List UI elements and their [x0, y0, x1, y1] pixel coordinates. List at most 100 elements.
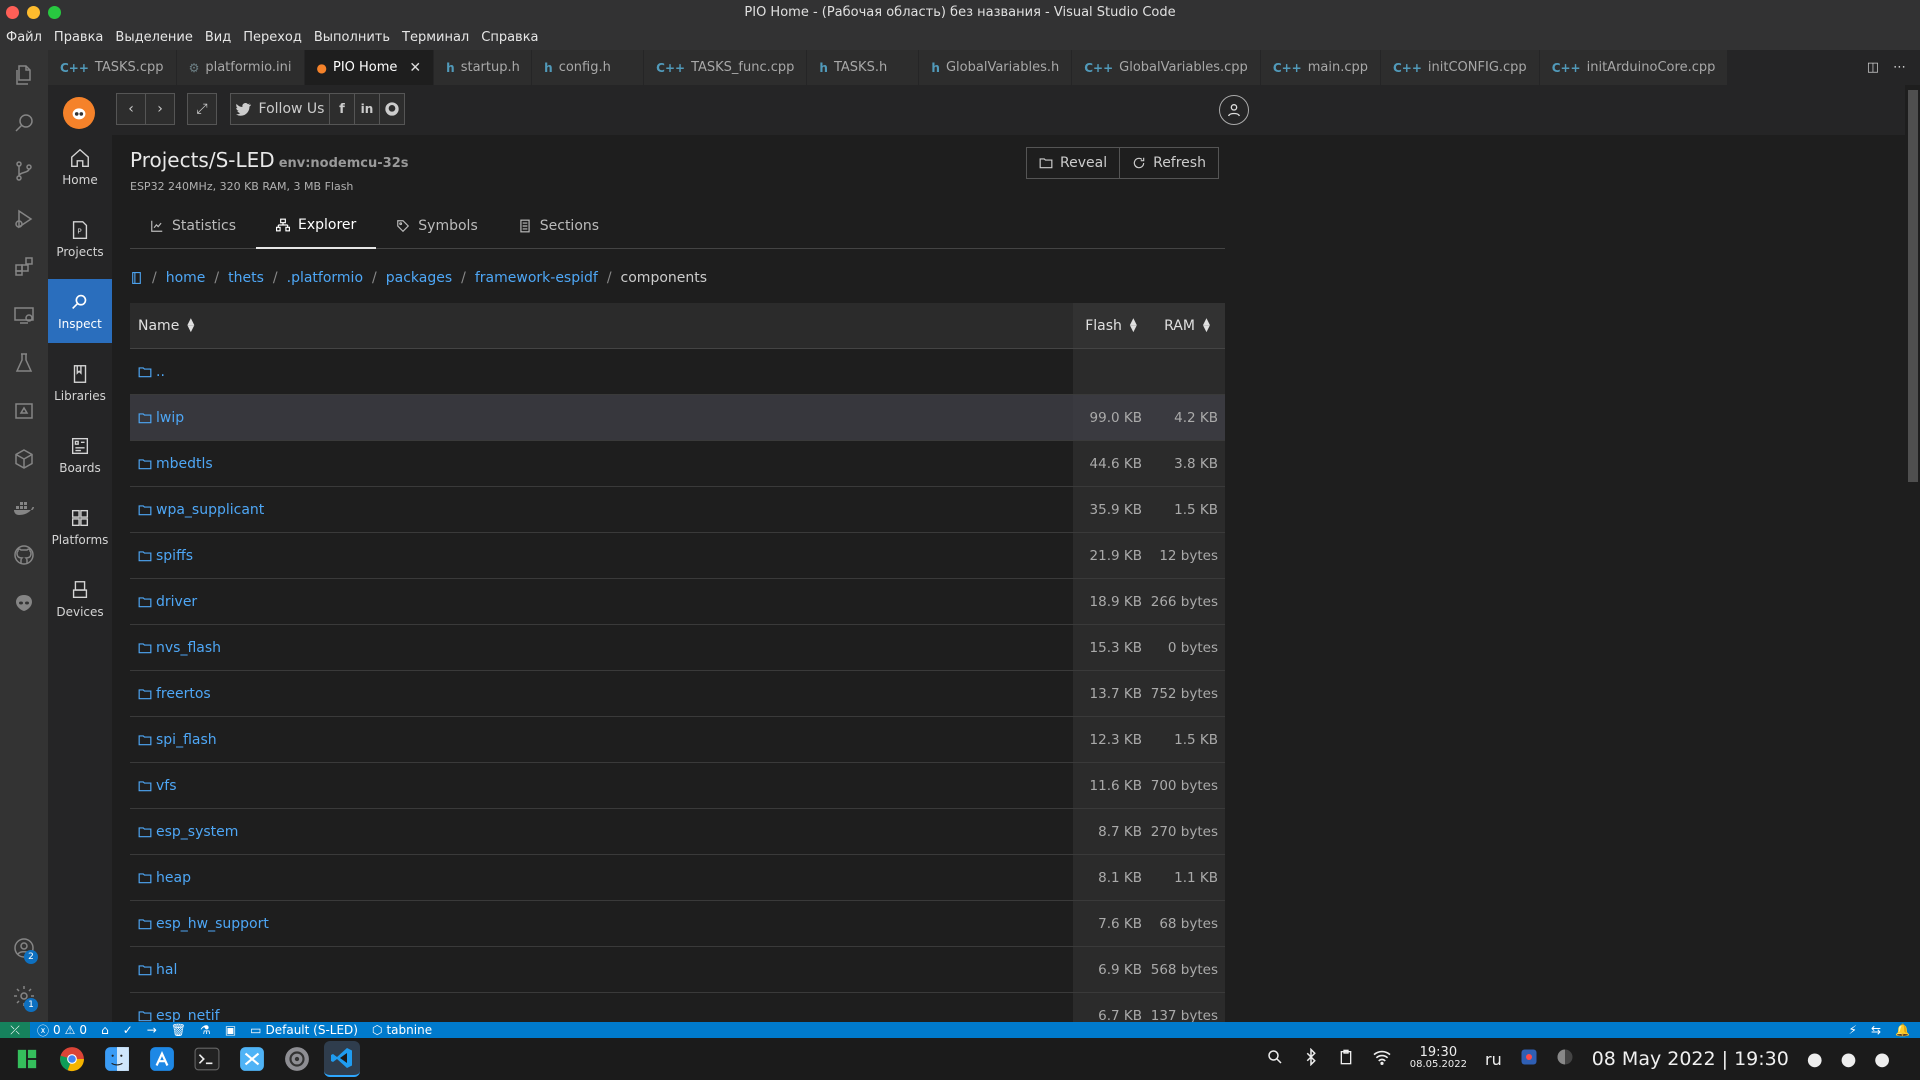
more-actions-icon[interactable]: ⋯	[1893, 60, 1906, 75]
tab-tasks-cpp[interactable]: C++ TASKS.cpp	[48, 50, 177, 85]
menu-edit[interactable]: Правка	[54, 30, 109, 45]
minimize-window-button[interactable]	[27, 6, 40, 19]
tab-globalvariables-h[interactable]: h GlobalVariables.h	[919, 50, 1073, 85]
breadcrumb-framework-espidf[interactable]: framework-espidf	[475, 270, 598, 286]
tab-startup-h[interactable]: h startup.h	[434, 50, 533, 85]
tab-tasks-func-cpp[interactable]: C++ TASKS_func.cpp	[644, 50, 808, 85]
pio-env-selector[interactable]: ▭ Default (S-LED)	[243, 1023, 365, 1037]
row-name[interactable]: hal	[156, 962, 177, 978]
menu-view[interactable]: Вид	[205, 30, 237, 45]
remote-explorer-icon[interactable]	[0, 291, 48, 339]
row-name[interactable]: nvs_flash	[156, 640, 221, 656]
vscode-icon[interactable]	[324, 1041, 360, 1077]
row-name-cell[interactable]: wpa_supplicant	[130, 487, 1073, 532]
problems-indicator[interactable]: ⓧ 0 ⚠ 0	[30, 1022, 94, 1039]
menu-file[interactable]: Файл	[6, 30, 48, 45]
tray-clock[interactable]: 19:30 08.05.2022	[1410, 1046, 1467, 1071]
app-indicator-icon[interactable]	[1520, 1048, 1538, 1070]
table-row[interactable]: esp_system 8.7 KB 270 bytes	[130, 809, 1225, 855]
pio-terminal-button[interactable]: ▣	[218, 1023, 243, 1037]
breadcrumb-home[interactable]: home	[166, 270, 206, 286]
bluetooth-icon[interactable]	[1302, 1047, 1320, 1070]
close-window-button[interactable]	[6, 6, 19, 19]
board-icon[interactable]	[0, 387, 48, 435]
row-name-cell[interactable]: esp_hw_support	[130, 901, 1073, 946]
wifi-icon[interactable]	[1372, 1049, 1392, 1069]
pio-build-button[interactable]: ✓	[116, 1023, 140, 1037]
expand-button[interactable]: ⤢	[187, 93, 217, 125]
explorer-icon[interactable]	[0, 51, 48, 99]
table-row[interactable]: ..	[130, 349, 1225, 395]
table-row[interactable]: spiffs 21.9 KB 12 bytes	[130, 533, 1225, 579]
tab-explorer[interactable]: Explorer	[256, 203, 377, 249]
row-name-cell[interactable]: freertos	[130, 671, 1073, 716]
pio-nav-libraries[interactable]: Libraries	[48, 351, 112, 415]
row-name-cell[interactable]: spiffs	[130, 533, 1073, 578]
pio-test-button[interactable]: ⚗	[193, 1023, 218, 1037]
table-row[interactable]: driver 18.9 KB 266 bytes	[130, 579, 1225, 625]
tab-main-cpp[interactable]: C++ main.cpp	[1260, 50, 1381, 85]
apple-menu-icon[interactable]: ●	[1807, 1049, 1823, 1070]
menu-terminal[interactable]: Терминал	[402, 30, 475, 45]
bell-icon[interactable]: 🔔	[1895, 1023, 1910, 1037]
user-account-button[interactable]	[1219, 95, 1249, 125]
row-name[interactable]: esp_system	[156, 824, 238, 840]
breadcrumb-thets[interactable]: thets	[228, 270, 264, 286]
source-control-icon[interactable]	[0, 147, 48, 195]
settings-gear-icon[interactable]: 1	[0, 972, 48, 1020]
row-name[interactable]: spi_flash	[156, 732, 217, 748]
menu-help[interactable]: Справка	[481, 30, 544, 45]
breadcrumb-platformio[interactable]: .platformio	[287, 270, 363, 286]
apple-menu-icon-2[interactable]: ●	[1841, 1049, 1857, 1070]
apple-menu-icon-3[interactable]: ●	[1874, 1049, 1890, 1070]
tabnine-status[interactable]: ⬡ tabnine	[365, 1023, 439, 1037]
terminal-app-icon[interactable]	[189, 1041, 225, 1077]
chrome-icon[interactable]	[54, 1041, 90, 1077]
reveal-button[interactable]: Reveal	[1026, 147, 1121, 179]
pio-nav-devices[interactable]: Devices	[48, 567, 112, 631]
row-name[interactable]: mbedtls	[156, 456, 213, 472]
tab-pio-home[interactable]: ● PIO Home ✕	[304, 50, 435, 85]
close-icon[interactable]: ✕	[409, 60, 421, 76]
table-row[interactable]: spi_flash 12.3 KB 1.5 KB	[130, 717, 1225, 763]
table-row[interactable]: wpa_supplicant 35.9 KB 1.5 KB	[130, 487, 1225, 533]
github-icon[interactable]	[0, 531, 48, 579]
xcode-icon[interactable]	[234, 1041, 270, 1077]
root-folder-icon[interactable]	[130, 271, 143, 285]
tab-sections[interactable]: Sections	[498, 203, 619, 249]
search-icon[interactable]	[0, 99, 48, 147]
accounts-icon[interactable]: 2	[0, 924, 48, 972]
system-clock[interactable]: 08 May 2022 | 19:30	[1592, 1048, 1789, 1070]
pio-upload-button[interactable]: →	[140, 1023, 164, 1037]
pio-nav-platforms[interactable]: Platforms	[48, 495, 112, 559]
table-row[interactable]: esp_hw_support 7.6 KB 68 bytes	[130, 901, 1225, 947]
split-editor-icon[interactable]: ◫	[1867, 60, 1879, 75]
breadcrumb-packages[interactable]: packages	[386, 270, 452, 286]
row-name[interactable]: freertos	[156, 686, 211, 702]
tab-initarduinocore-cpp[interactable]: C++ initArduinoCore.cpp	[1539, 50, 1729, 85]
tab-platformio-ini[interactable]: ⚙ platformio.ini	[176, 50, 305, 85]
maximize-window-button[interactable]	[48, 6, 61, 19]
forward-button[interactable]: ›	[145, 93, 175, 125]
row-name[interactable]: wpa_supplicant	[156, 502, 264, 518]
linkedin-button[interactable]: in	[354, 93, 380, 125]
refresh-button[interactable]: Refresh	[1120, 147, 1219, 179]
search-icon[interactable]	[1266, 1048, 1284, 1070]
follow-us-button[interactable]: Follow Us	[230, 93, 330, 125]
app-store-icon[interactable]	[144, 1041, 180, 1077]
scrollbar-thumb[interactable]	[1908, 90, 1918, 482]
row-name[interactable]: heap	[156, 870, 191, 886]
table-row[interactable]: lwip 99.0 KB 4.2 KB	[130, 395, 1225, 441]
menu-go[interactable]: Переход	[243, 30, 308, 45]
row-name-cell[interactable]: driver	[130, 579, 1073, 624]
finder-icon[interactable]	[99, 1041, 135, 1077]
row-name-cell[interactable]: heap	[130, 855, 1073, 900]
table-row[interactable]: hal 6.9 KB 568 bytes	[130, 947, 1225, 993]
testing-icon[interactable]	[0, 339, 48, 387]
table-row[interactable]: nvs_flash 15.3 KB 0 bytes	[130, 625, 1225, 671]
table-row[interactable]: heap 8.1 KB 1.1 KB	[130, 855, 1225, 901]
package-icon[interactable]	[0, 435, 48, 483]
row-name-cell[interactable]: vfs	[130, 763, 1073, 808]
pio-home-status-button[interactable]: ⌂	[94, 1023, 116, 1037]
row-name[interactable]: ..	[156, 364, 165, 380]
